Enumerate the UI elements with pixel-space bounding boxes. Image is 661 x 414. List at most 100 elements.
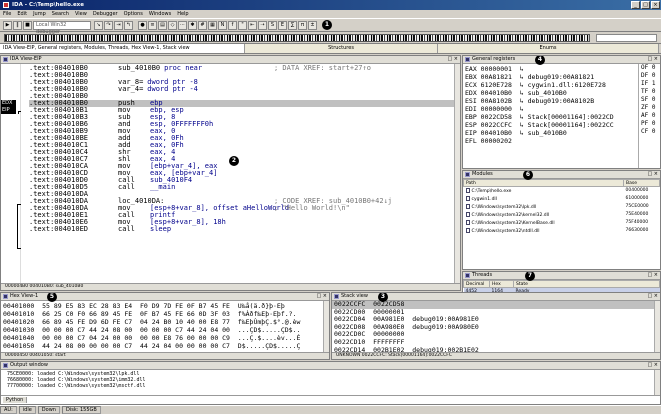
hex-row[interactable]: 00401040 00 00 00 C7 04 24 00 00 00 00 E… — [1, 334, 323, 342]
flag-row[interactable]: SF 0 — [639, 96, 660, 104]
flag-row[interactable]: ZF 0 — [639, 104, 660, 112]
register-row[interactable]: EDI 00000000 ↳ — [463, 105, 638, 113]
close-icon[interactable]: □ × — [647, 272, 658, 279]
menu-windows[interactable]: Windows — [149, 11, 171, 17]
disasm-line[interactable]: .text:004010B9 mov eax, 0 — [29, 128, 454, 135]
minimize-button[interactable]: _ — [631, 1, 640, 9]
tracing-icon[interactable]: ⋯ — [178, 20, 187, 30]
start-process-icon[interactable]: ▶ — [3, 20, 12, 30]
disasm-line[interactable]: .text:004010ED call sleep — [29, 226, 454, 233]
step-out-icon[interactable]: ↰ — [124, 20, 133, 30]
signatures-icon[interactable]: ∑ — [288, 20, 297, 30]
disasm-line[interactable]: .text:004010E1 call printf — [29, 212, 454, 219]
flag-row[interactable]: AF 0 — [639, 112, 660, 120]
navigation-combo[interactable] — [596, 34, 657, 42]
register-row[interactable]: EAX 00000001 ↳ — [463, 65, 638, 73]
breakpoint-list-icon[interactable]: ● — [138, 20, 147, 30]
calculator-icon[interactable]: ± — [308, 20, 317, 30]
menu-help[interactable]: Help — [177, 11, 188, 17]
module-row[interactable]: C:\Windows\system32\KernelBase.dll 75F400… — [464, 219, 660, 227]
disasm-line[interactable]: .text:004010C4 shr eax, 4 — [29, 149, 454, 156]
disasm-line[interactable]: .text:004010C1 add eax, 0Fh — [29, 142, 454, 149]
menu-jump[interactable]: Jump — [33, 11, 46, 17]
enums-icon[interactable]: E — [278, 20, 287, 30]
close-button[interactable]: × — [651, 1, 660, 9]
structures-icon[interactable]: S — [268, 20, 277, 30]
disasm-line[interactable]: .text:004010B0 sub_4010B0 proc near; DATA … — [29, 65, 454, 72]
module-row[interactable]: C:\Temp\hello.exe 00400000 — [464, 187, 660, 195]
thread-list-icon[interactable]: ≡ — [148, 20, 157, 30]
ida-view-scrollbar[interactable] — [454, 64, 460, 283]
tab-enums[interactable]: Enums — [438, 44, 659, 53]
menu-search[interactable]: Search — [52, 11, 69, 17]
step-over-icon[interactable]: ↷ — [104, 20, 113, 30]
hex-row[interactable]: 00401020 66 89 45 FE D9 6D FE C7 04 24 B… — [1, 318, 323, 326]
imports-icon[interactable]: ⇤ — [248, 20, 257, 30]
output-scrollbar[interactable] — [654, 370, 660, 395]
pause-process-icon[interactable]: ‖ — [13, 20, 22, 30]
step-into-icon[interactable]: ↘ — [94, 20, 103, 30]
disasm-line[interactable]: .text:004010B0 — [29, 93, 454, 100]
python-icon[interactable]: π — [298, 20, 307, 30]
register-row[interactable]: EBP 0022CD58 ↳ Stack[00001164]:0022CD — [463, 113, 638, 121]
hex-dump[interactable]: 00401000 55 89 E5 83 EC 28 83 E4 F0 D9 7… — [1, 302, 323, 350]
disasm-line[interactable]: .text:004010DA mov [esp+8+var_8], offset a… — [29, 205, 454, 212]
close-icon[interactable]: □ × — [316, 293, 327, 300]
names-icon[interactable]: N — [218, 20, 227, 30]
threads-col-hex[interactable]: Hex — [489, 280, 514, 288]
disasm-line[interactable]: .text:004010B6 and esp, 0FFFFFFF0h — [29, 121, 454, 128]
hex-row[interactable]: 00401000 55 89 E5 83 EC 28 83 E4 F0 D9 7… — [1, 302, 323, 310]
strings-icon[interactable]: " — [238, 20, 247, 30]
hex-row[interactable]: 00401010 66 25 C0 F0 66 89 45 FE 0F B7 4… — [1, 310, 323, 318]
module-row[interactable]: C:\Windows\system32\kernel32.dll 75E40000 — [464, 211, 660, 219]
disasm-line[interactable]: .text:004010B0 var_8= dword ptr -8 — [29, 79, 454, 86]
close-icon[interactable]: □ × — [647, 56, 658, 63]
disasm-line[interactable]: .text:004010D0 call sub_4010F4 — [29, 177, 454, 184]
register-row[interactable]: EDX 004010B0 ↳ sub_4010B0 — [463, 89, 638, 97]
flag-row[interactable]: CF 0 — [639, 128, 660, 136]
register-row[interactable]: ECX 6120E728 ↳ cygwin1.dll:6120E728 — [463, 81, 638, 89]
navigation-bar[interactable] — [4, 34, 590, 42]
functions-icon[interactable]: f — [228, 20, 237, 30]
menu-debugger[interactable]: Debugger — [93, 11, 118, 17]
module-list-icon[interactable]: ▤ — [158, 20, 167, 30]
module-row[interactable]: cygwin1.dll 61000000 — [464, 195, 660, 203]
debugger-select[interactable]: Local Win32 debugger — [33, 20, 91, 35]
disasm-line[interactable]: .text:004010BE add eax, 0Fh — [29, 135, 454, 142]
stack-listing[interactable]: 0022CCFC 0022CD58 0022CD00 00000001 0022CD… — [332, 300, 654, 354]
graph-view-icon[interactable]: ◇ — [168, 20, 177, 30]
maximize-button[interactable]: □ — [641, 1, 650, 9]
register-row[interactable]: ESI 00A8102B ↳ debug019:00A8102B — [463, 97, 638, 105]
hex-icon[interactable]: # — [198, 20, 207, 30]
menu-file[interactable]: File — [3, 11, 11, 17]
register-list[interactable]: EAX 00000001 ↳ EBX 00A81821 ↳ debug019:00… — [463, 65, 638, 145]
disasm-line[interactable]: .text:004010B0 push ebp — [29, 100, 454, 107]
disasm-line[interactable]: .text:004010B1 mov ebp, esp — [29, 107, 454, 114]
threads-col-state[interactable]: State — [513, 280, 660, 288]
hex-row[interactable]: 00401050 44 24 08 00 00 00 00 C7 44 24 0… — [1, 342, 323, 350]
modules-col-base[interactable]: Base — [623, 179, 660, 187]
close-icon[interactable]: □ × — [647, 293, 658, 300]
close-icon[interactable]: □ × — [447, 56, 458, 63]
disasm-line[interactable]: .text:004010B3 sub esp, 8 — [29, 114, 454, 121]
menu-edit[interactable]: Edit — [17, 11, 27, 17]
terminate-process-icon[interactable]: ■ — [23, 20, 32, 30]
modules-col-path[interactable]: Path — [463, 179, 624, 187]
flag-row[interactable]: IF 1 — [639, 80, 660, 88]
register-row[interactable]: EFL 00000202 — [463, 137, 638, 145]
segments-icon[interactable]: ▦ — [208, 20, 217, 30]
module-row[interactable]: C:\Windows\system32\ntdll.dll 76630000 — [464, 227, 660, 235]
tab-structures[interactable]: Structures — [245, 44, 438, 53]
disasm-line[interactable]: .text:004010E6 mov [esp+8+var_8], 18h — [29, 219, 454, 226]
hex-row[interactable]: 00401030 00 00 00 C7 44 24 08 00 00 00 0… — [1, 326, 323, 334]
python-input-bar[interactable]: Python — [1, 395, 660, 404]
menu-view[interactable]: View — [75, 11, 87, 17]
register-row[interactable]: EBX 00A81821 ↳ debug019:00A81821 — [463, 73, 638, 81]
flag-row[interactable]: OF 0 — [639, 64, 660, 72]
module-row[interactable]: C:\Windows\system32\lpk.dll 75CE0000 — [464, 203, 660, 211]
flag-row[interactable]: TF 0 — [639, 88, 660, 96]
run-to-cursor-icon[interactable]: ⇥ — [114, 20, 123, 30]
disasm-line[interactable]: .text:004010D5 call __main — [29, 184, 454, 191]
exports-icon[interactable]: ⇢ — [258, 20, 267, 30]
disasm-line[interactable]: .text:004010B0 var_4= dword ptr -4 — [29, 86, 454, 93]
